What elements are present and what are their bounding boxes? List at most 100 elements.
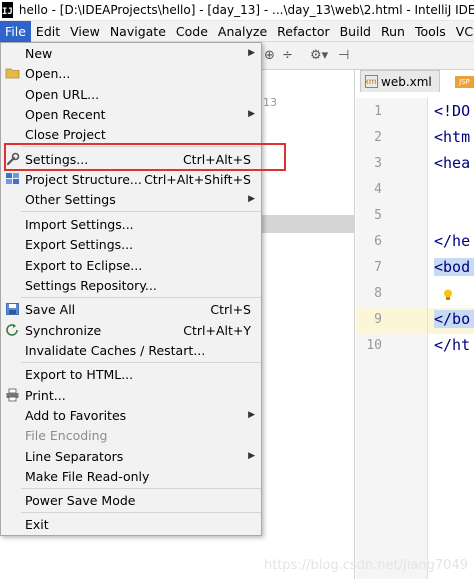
menu-item-label: Power Save Mode [25, 492, 136, 508]
menu-item-label: Export Settings... [25, 236, 134, 252]
submenu-arrow-icon: ▶ [248, 48, 255, 58]
menu-item-print[interactable]: Print... [1, 385, 261, 405]
menu-item-export-settings[interactable]: Export Settings... [1, 234, 261, 254]
menu-item-shortcut: Ctrl+Alt+S [182, 151, 251, 167]
code-line[interactable]: <bod [434, 258, 474, 276]
menu-item-new[interactable]: New ▶ [1, 43, 261, 63]
code-line[interactable]: <htm [434, 128, 474, 146]
menu-item-add-to-favorites[interactable]: Add to Favorites ▶ [1, 405, 261, 425]
menu-view[interactable]: View [65, 21, 105, 42]
menu-analyze[interactable]: Analyze [213, 21, 272, 42]
submenu-arrow-icon: ▶ [248, 451, 255, 461]
menu-item-settings-repository[interactable]: Settings Repository... [1, 275, 261, 295]
menu-item-shortcut: Ctrl+Alt+Y [183, 322, 251, 338]
line-number: 2 [374, 130, 382, 145]
menu-item-label: Close Project [25, 126, 106, 142]
line-number: 6 [374, 234, 382, 249]
menu-separator [21, 211, 261, 212]
title-bar: IJ hello - [D:\IDEAProjects\hello] - [da… [0, 0, 474, 21]
menu-navigate[interactable]: Navigate [105, 21, 171, 42]
menu-item-close-project[interactable]: Close Project [1, 124, 261, 144]
menu-separator [21, 297, 261, 298]
menu-item-label: Invalidate Caches / Restart... [25, 342, 206, 358]
menu-item-import-settings[interactable]: Import Settings... [1, 214, 261, 234]
menu-item-settings[interactable]: Settings... Ctrl+Alt+S [1, 149, 261, 169]
project-panel-date: 13 [263, 96, 277, 109]
menu-separator [21, 146, 261, 147]
menu-item-line-separators[interactable]: Line Separators ▶ [1, 446, 261, 466]
folder-icon [5, 68, 20, 79]
menu-item-export-to-html[interactable]: Export to HTML... [1, 364, 261, 384]
menu-item-exit[interactable]: Exit [1, 514, 261, 534]
menu-item-label: Save All [25, 301, 76, 317]
menu-item-label: Add to Favorites [25, 407, 127, 423]
menu-item-label: Settings... [25, 151, 89, 167]
line-number: 1 [374, 104, 382, 119]
line-number: 8 [374, 286, 382, 301]
lightbulb-icon[interactable] [443, 289, 453, 301]
menu-edit[interactable]: Edit [31, 21, 65, 42]
line-number: 5 [374, 208, 382, 223]
tab-web-xml-label: web.xml [381, 74, 432, 89]
tab-jsp-icon[interactable]: JSP [455, 76, 474, 88]
menu-item-synchronize[interactable]: Synchronize Ctrl+Alt+Y [1, 320, 261, 340]
menu-separator [21, 512, 261, 513]
menu-bar: File Edit View Navigate Code Analyze Ref… [0, 20, 474, 42]
code-line[interactable]: </bo [434, 310, 474, 328]
code-line[interactable]: <!DO [434, 102, 474, 120]
menu-refactor[interactable]: Refactor [272, 21, 334, 42]
target-icon[interactable]: ⊕ [264, 48, 275, 63]
menu-item-invalidate-caches[interactable]: Invalidate Caches / Restart... [1, 340, 261, 360]
submenu-arrow-icon: ▶ [248, 109, 255, 119]
line-number: 3 [374, 156, 382, 171]
editor-toolbar: ⊕ ÷ ⚙▾ ⊣ [262, 42, 474, 70]
menu-item-label: Exit [25, 516, 49, 532]
print-icon [6, 388, 19, 402]
menu-item-open[interactable]: Open... [1, 63, 261, 83]
menu-item-other-settings[interactable]: Other Settings ▶ [1, 189, 261, 209]
menu-item-label: Print... [25, 387, 66, 403]
menu-build[interactable]: Build [335, 21, 376, 42]
line-number: 4 [374, 182, 382, 197]
menu-item-label: Synchronize [25, 322, 102, 338]
menu-item-label: File Encoding [25, 427, 108, 443]
submenu-arrow-icon: ▶ [248, 194, 255, 204]
code-line[interactable]: </ht [434, 336, 474, 354]
line-number: 9 [374, 312, 382, 327]
code-line[interactable]: <hea [434, 154, 474, 172]
collapse-icon[interactable]: ÷ [282, 48, 293, 63]
menu-item-open-url[interactable]: Open URL... [1, 84, 261, 104]
menu-vcs[interactable]: VCS [451, 21, 474, 42]
project-structure-icon [6, 173, 19, 184]
intellij-app-icon: IJ [2, 2, 13, 18]
menu-item-make-read-only[interactable]: Make File Read-only [1, 466, 261, 486]
menu-item-export-to-eclipse[interactable]: Export to Eclipse... [1, 255, 261, 275]
menu-item-power-save-mode[interactable]: Power Save Mode [1, 490, 261, 510]
menu-item-shortcut: Ctrl+S [210, 301, 251, 317]
menu-item-open-recent[interactable]: Open Recent ▶ [1, 104, 261, 124]
menu-code[interactable]: Code [171, 21, 213, 42]
save-all-icon [6, 303, 19, 315]
file-menu: New ▶ Open... Open URL... Open Recent ▶ … [0, 42, 262, 536]
window-title: hello - [D:\IDEAProjects\hello] - [day_1… [18, 3, 474, 17]
hide-icon[interactable]: ⊣ [338, 48, 349, 63]
menu-item-label: Settings Repository... [25, 277, 157, 293]
menu-item-save-all[interactable]: Save All Ctrl+S [1, 299, 261, 319]
menu-file[interactable]: File [0, 20, 31, 42]
gutter-separator [427, 98, 428, 579]
menu-item-label: Export to Eclipse... [25, 257, 143, 273]
xml-file-icon: xml [364, 75, 379, 88]
wrench-icon [6, 152, 20, 166]
menu-item-label: Make File Read-only [25, 468, 150, 484]
code-line[interactable]: </he [434, 232, 474, 250]
gear-icon[interactable]: ⚙▾ [310, 48, 328, 63]
watermark: https://blog.csdn.net/Jiang7049 [263, 558, 468, 573]
menu-tools[interactable]: Tools [410, 21, 451, 42]
menu-item-label: Export to HTML... [25, 366, 134, 382]
project-panel [262, 70, 355, 579]
menu-item-project-structure[interactable]: Project Structure... Ctrl+Alt+Shift+S [1, 169, 261, 189]
menu-item-label: Import Settings... [25, 216, 134, 232]
tab-web-xml[interactable]: xml web.xml [360, 70, 440, 92]
menu-separator [21, 362, 261, 363]
menu-run[interactable]: Run [376, 21, 410, 42]
